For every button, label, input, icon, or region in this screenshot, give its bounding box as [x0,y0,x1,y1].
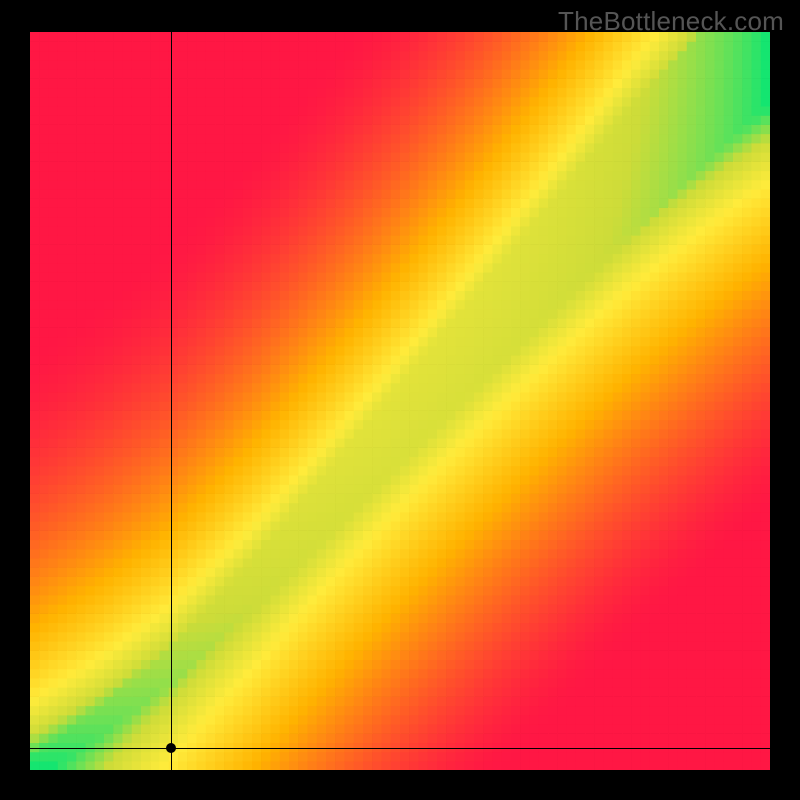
chart-frame: TheBottleneck.com [0,0,800,800]
watermark-text: TheBottleneck.com [558,6,784,37]
marker-dot [166,743,176,753]
heatmap-canvas [30,32,770,770]
crosshair-horizontal [30,748,770,749]
plot-area [30,32,770,770]
crosshair-vertical [171,32,172,770]
